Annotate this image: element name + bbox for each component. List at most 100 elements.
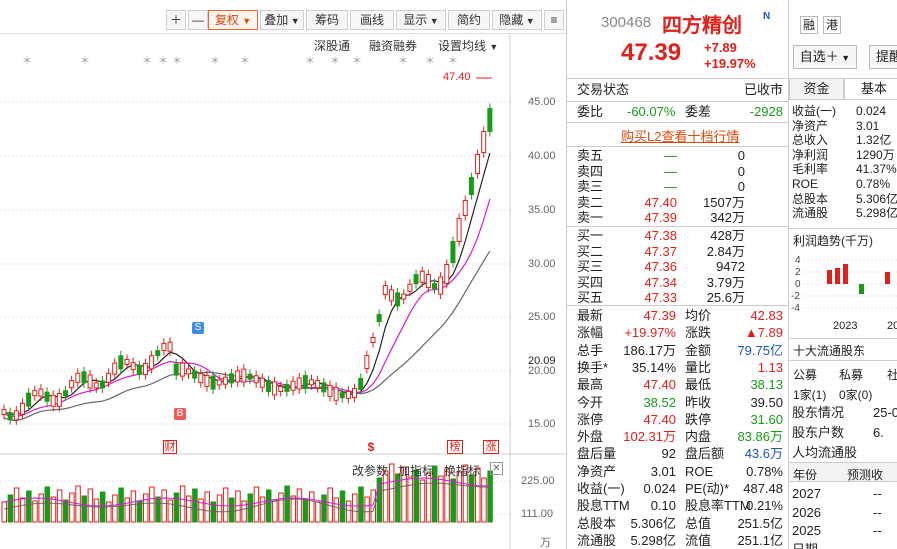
bid-row[interactable]: 买一 47.38 428万	[567, 228, 789, 244]
fin-value: 0.024	[856, 104, 887, 118]
bid-volume: 9472	[716, 259, 745, 274]
fin-row: 流通股 5.298亿	[789, 206, 897, 221]
candle-body	[63, 390, 68, 397]
bid-price: 47.33	[644, 290, 677, 305]
bid-level-label: 买五	[577, 290, 604, 305]
stat-label: 涨停	[577, 411, 604, 427]
last-price: 47.39	[621, 39, 682, 66]
tab-funds[interactable]: 资金	[789, 78, 844, 100]
stat-value: 102.31万	[623, 429, 676, 445]
volume-bar	[468, 474, 475, 523]
stat-label: 总手	[577, 342, 604, 358]
n-tag: N	[763, 11, 771, 22]
stat-label: PE(动)*	[685, 481, 730, 496]
volume-bar	[130, 490, 137, 523]
bid-row[interactable]: 买四 47.34 3.79万	[567, 275, 789, 291]
candle-body	[167, 341, 173, 352]
ask-row[interactable]: 卖三 — 0	[567, 179, 789, 195]
simple-button[interactable]: 简约	[448, 10, 490, 30]
volume-bar	[93, 498, 100, 523]
bid-level-label: 买四	[577, 274, 604, 290]
bid-row[interactable]: 买二 47.37 2.84万	[567, 244, 789, 260]
caret-down-icon: ▼	[838, 53, 851, 63]
stat-label: 总值	[685, 515, 712, 531]
ask-volume: 0	[737, 163, 745, 179]
holder-info-value: 6.	[873, 425, 884, 440]
stat-value: 487.48	[743, 481, 783, 496]
bid-row[interactable]: 买五 47.33 25.6万	[567, 290, 789, 306]
remind-button[interactable]: 提醒	[869, 45, 897, 69]
volume-bar	[56, 489, 63, 523]
l2-upgrade-link[interactable]: 购买L2查看十档行情	[621, 126, 739, 145]
candle-body	[315, 380, 321, 389]
volume-bar	[321, 494, 327, 523]
draw-line-button[interactable]: 画线	[350, 10, 394, 30]
ask-row[interactable]: 卖一 47.39 342万	[567, 210, 789, 226]
stat-label: ROE	[685, 463, 714, 479]
caret-down-icon: ▼	[242, 16, 252, 26]
volume-bar	[309, 491, 315, 523]
event-star-row: ＊ ＊ ＊ ＊ ＊ ＊ ＊ ＊ ＊ ＊ ＊ ＊ ＊	[22, 56, 458, 67]
kline-chart-area[interactable]: 深股通 融资融券 设置均线 ▼ ＊＊＊＊＊＊＊＊＊＊＊＊＊ 47.40 45.0…	[0, 34, 566, 549]
candle-body	[259, 377, 265, 388]
fq-dropdown[interactable]: 复权 ▼	[208, 10, 258, 30]
overlay-dropdown[interactable]: 叠加 ▼	[260, 10, 304, 30]
hide-dropdown[interactable]: 隐藏 ▼	[492, 10, 542, 30]
quote-panel: 300468 四方精创 N 47.39 +7.89 +19.97% 交易状态 已…	[566, 0, 789, 549]
volume-bar	[333, 497, 340, 523]
weicha-label: 委差	[685, 104, 712, 119]
stat-value: 42.83	[750, 308, 783, 323]
holder-info-value: 25-0	[873, 405, 897, 420]
rank-marker[interactable]: 榜	[447, 440, 463, 454]
bid-level-label: 买二	[577, 243, 604, 259]
add-watch-label: 自选	[799, 49, 826, 64]
fund-flow-marker[interactable]: $	[364, 440, 378, 454]
display-dropdown[interactable]: 显示 ▼	[396, 10, 446, 30]
zoom-in-button[interactable]: ＋	[166, 10, 186, 30]
weicha-value: -2928	[749, 104, 783, 119]
candle-body	[87, 374, 93, 389]
stat-label: 盘后额	[685, 446, 725, 462]
divider	[567, 305, 789, 306]
display-label: 显示	[403, 13, 428, 27]
candle-body	[376, 314, 382, 322]
change-param-link[interactable]: 改参数	[352, 462, 388, 479]
fin-label: 收益(一)	[792, 104, 836, 118]
zoom-out-button[interactable]: —	[188, 10, 208, 30]
more-button[interactable]: ≡	[544, 10, 564, 30]
add-watchlist-button[interactable]: 自选＋ ▼	[793, 45, 857, 69]
candle-body	[7, 412, 13, 421]
stat-label: 总股本	[577, 515, 617, 531]
tab-fundamentals[interactable]: 基本	[844, 78, 897, 100]
switch-indicator-link[interactable]: 换指标	[444, 462, 480, 479]
earnings-marker[interactable]: 财	[163, 440, 177, 454]
limit-up-marker[interactable]: 涨	[483, 440, 499, 454]
candle-body	[345, 390, 351, 399]
stat-label: 今开	[577, 394, 604, 410]
bid-row[interactable]: 买三 47.36 9472	[567, 259, 789, 275]
candle-body	[38, 388, 44, 397]
volume-bar	[13, 487, 20, 523]
buy-signal-marker[interactable]: B	[174, 408, 186, 420]
volume-bar	[124, 497, 130, 523]
volume-bar	[265, 489, 272, 523]
stat-row: 总股本 5.306亿 总值 251.5亿	[567, 516, 789, 532]
candle-body	[290, 380, 296, 391]
volume-bar	[19, 497, 26, 523]
volume-bar	[284, 485, 290, 523]
candle-body	[481, 131, 487, 153]
chips-button[interactable]: 筹码	[306, 10, 348, 30]
ask-row[interactable]: 卖二 47.40 1507万	[567, 195, 789, 211]
profit-year: 2023	[833, 320, 858, 332]
profit-axis-tick: 2	[795, 267, 801, 278]
sell-signal-marker[interactable]: S	[192, 322, 204, 334]
profit-axis-tick: 0	[795, 279, 801, 290]
add-indicator-link[interactable]: 加指标	[398, 462, 434, 479]
ask-price: 47.39	[644, 210, 677, 225]
close-icon[interactable]: ✕	[490, 462, 503, 475]
candle-body	[179, 362, 185, 377]
ask-row[interactable]: 卖四 — 0	[567, 164, 789, 180]
ask-row[interactable]: 卖五 — 0	[567, 148, 789, 164]
bid-price: 47.34	[644, 274, 677, 290]
candle-body	[382, 285, 388, 296]
